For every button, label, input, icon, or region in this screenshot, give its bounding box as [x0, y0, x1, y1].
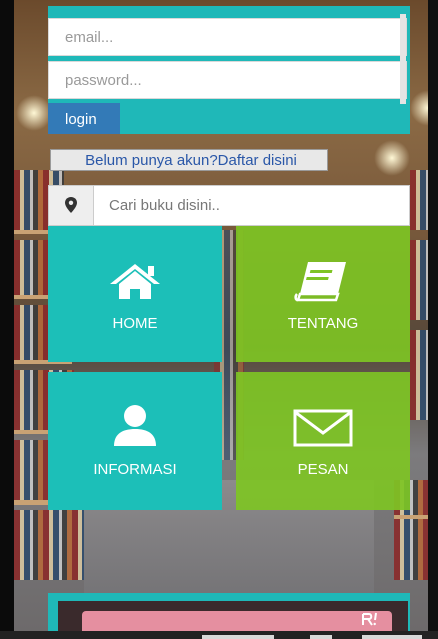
- search-addon: [49, 186, 94, 225]
- menu-tile-informasi[interactable]: INFORMASI: [48, 372, 222, 510]
- password-field[interactable]: [48, 61, 407, 99]
- menu-tile-pesan[interactable]: PESAN: [236, 372, 410, 510]
- taskbar-tab[interactable]: [310, 635, 332, 639]
- menu-label-home: HOME: [112, 315, 158, 332]
- menu-label-tentang: TENTANG: [287, 315, 359, 332]
- menu-label-informasi: INFORMASI: [93, 461, 177, 478]
- menu-tile-tentang[interactable]: TENTANG: [236, 226, 410, 362]
- taskbar-tab[interactable]: [202, 635, 274, 639]
- map-marker-icon: [65, 197, 77, 213]
- email-field[interactable]: [48, 18, 407, 56]
- taskbar-tab[interactable]: [362, 635, 422, 639]
- window-frame-left: [0, 0, 14, 639]
- login-scrollbar[interactable]: [400, 14, 406, 104]
- menu-tile-home[interactable]: HOME: [48, 226, 222, 362]
- house-icon: [110, 264, 160, 299]
- login-button[interactable]: login: [48, 103, 120, 134]
- user-icon: [114, 405, 156, 446]
- register-button[interactable]: Belum punya akun?Daftar disini: [50, 149, 328, 171]
- window-frame-right: [428, 0, 438, 639]
- menu-label-pesan: PESAN: [297, 461, 349, 478]
- search-bar: [48, 185, 410, 226]
- publisher-logo: [362, 612, 377, 626]
- book-icon: [294, 262, 346, 302]
- envelope-icon: [293, 409, 353, 447]
- search-input[interactable]: [95, 186, 405, 225]
